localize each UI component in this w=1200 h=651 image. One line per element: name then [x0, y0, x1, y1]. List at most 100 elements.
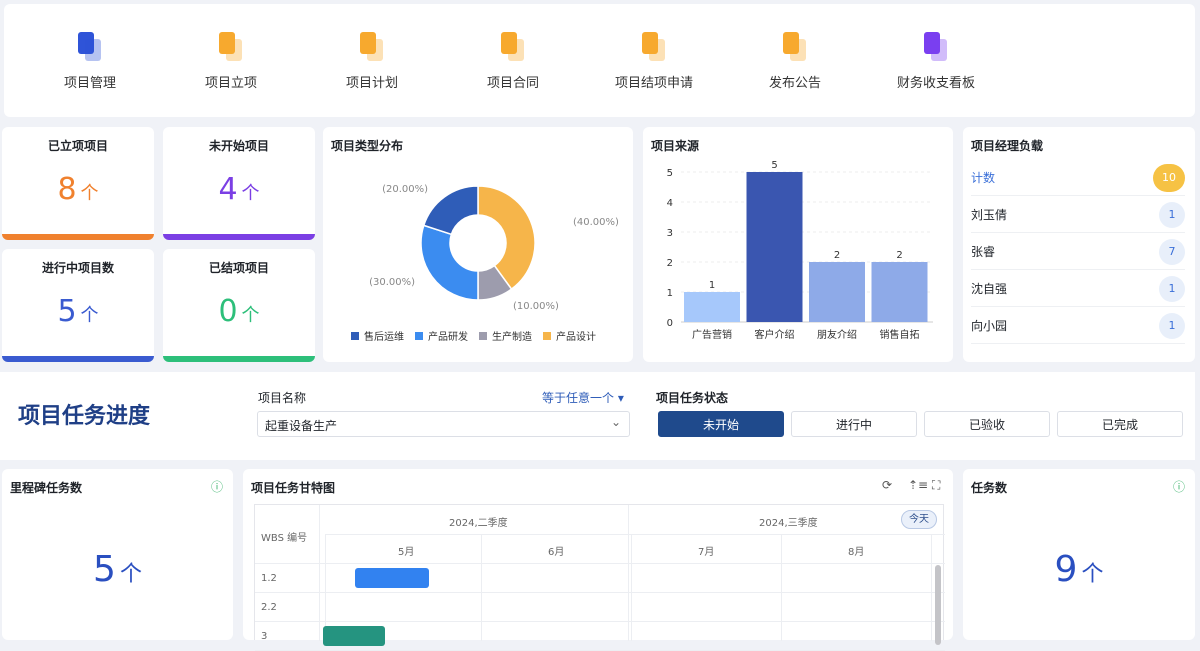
nav-item-4[interactable]: 项目结项申请	[599, 32, 709, 91]
legend-label[interactable]: 生产制造	[492, 330, 532, 343]
stat-unit: 个	[80, 305, 99, 326]
info-icon[interactable]: ⓘ	[211, 478, 223, 495]
operator-dropdown[interactable]: 等于任意一个 ▾	[542, 389, 624, 406]
month-header: 5月	[398, 547, 415, 558]
stat-card[interactable]: 未开始项目 4 个	[163, 127, 315, 240]
card-title: 里程碑任务数	[10, 481, 83, 495]
bar-销售自拓[interactable]	[871, 262, 928, 322]
nav-item-label: 发布公告	[768, 76, 821, 91]
quarter-header: 2024,二季度	[449, 518, 508, 529]
legend-label[interactable]: 售后运维	[364, 330, 404, 343]
bar-value-label: 2	[834, 250, 840, 261]
bar-朋友介绍[interactable]	[809, 262, 865, 322]
status-button-0[interactable]: 未开始	[658, 411, 784, 437]
info-icon[interactable]: ⓘ	[1173, 478, 1185, 495]
quick-nav-bar: 项目管理 项目立项 项目计划 项目合同 项目结项申请 发布公告 财务收支看板	[4, 4, 1195, 117]
manager-count: 1	[1159, 201, 1185, 228]
project-name-select[interactable]: 起重设备生产 ⌄	[257, 411, 630, 437]
milestone-card: 里程碑任务数 ⓘ 5个	[2, 469, 233, 640]
manager-count: 1	[1159, 275, 1185, 302]
today-button[interactable]: 今天	[901, 510, 937, 529]
chevron-down-icon: ⌄	[610, 415, 621, 429]
total-label: 计数	[971, 171, 996, 185]
filter-label: 项目名称	[258, 391, 307, 405]
sort-icon[interactable]: ⇡≡	[908, 478, 928, 492]
stat-card[interactable]: 进行中项目数 5 个	[2, 249, 154, 362]
bar-value-label: 5	[771, 160, 777, 171]
pie-chart: (40.00%) (10.00%) (30.00%) (20.00%) 售后运维 产品研发…	[351, 184, 619, 343]
count-unit: 个	[1081, 562, 1104, 587]
stat-unit: 个	[80, 183, 99, 204]
gantt-task-bar[interactable]	[323, 626, 385, 646]
gantt-task-bar[interactable]	[355, 568, 429, 588]
bar-value-label: 2	[896, 250, 902, 261]
manager-name: 刘玉倩	[971, 208, 1008, 222]
stat-unit: 个	[241, 305, 260, 326]
stat-value: 8个	[2, 172, 154, 207]
manager-name: 张睿	[971, 245, 996, 259]
card-title: 项目经理负载	[971, 139, 1044, 153]
nav-item-2[interactable]: 项目计划	[317, 32, 427, 91]
stat-card[interactable]: 已结项项目 0 个	[163, 249, 315, 362]
nav-item-0[interactable]: 项目管理	[35, 32, 145, 91]
status-button-3[interactable]: 已完成	[1057, 411, 1183, 437]
y-tick-label: 0	[667, 318, 673, 329]
task-count: 9个	[963, 549, 1195, 590]
scrollbar[interactable]	[935, 565, 941, 645]
pie-slice-产品研发[interactable]	[420, 224, 479, 301]
legend-label[interactable]: 产品研发	[428, 330, 468, 343]
nav-item-label: 项目合同	[486, 76, 539, 91]
bar-客户介绍[interactable]	[746, 172, 803, 322]
refresh-icon[interactable]: ⟳	[882, 478, 892, 492]
manager-total-row: 计数 10	[971, 160, 1185, 196]
pie-value-label: (10.00%)	[513, 301, 559, 312]
stat-number: 4	[218, 172, 238, 207]
status-button-2[interactable]: 已验收	[924, 411, 1050, 437]
project-initiation-icon	[217, 32, 245, 62]
bar-广告营销[interactable]	[684, 292, 740, 322]
stat-accent-bar	[163, 356, 315, 362]
wbs-number: 1.2	[261, 573, 277, 584]
pie-value-label: (20.00%)	[382, 184, 428, 195]
legend-swatch	[543, 332, 551, 340]
wbs-number: 2.2	[261, 602, 277, 613]
month-header: 7月	[698, 547, 715, 558]
task-count-card: 任务数 ⓘ 9个	[963, 469, 1195, 640]
gantt-chart: WBS 编号 2024,二季度 2024,三季度 5月 6月 7月 8月 今天 1.2 2.2 3	[254, 504, 945, 651]
caret-down-icon: ▾	[617, 391, 624, 405]
nav-item-6[interactable]: 财务收支看板	[881, 32, 991, 91]
stat-unit: 个	[241, 183, 260, 204]
section-title: 项目任务进度	[18, 404, 151, 429]
fullscreen-icon[interactable]: ⛶	[932, 478, 940, 493]
y-tick-label: 1	[667, 288, 673, 299]
pie-slice-售后运维[interactable]	[422, 185, 479, 236]
project-contract-icon	[499, 32, 527, 62]
bar-chart: 0 1 2 3 4 5 1 广告营销 5 客户介绍 2 朋友介绍 2 销售自拓	[667, 160, 933, 341]
stat-card[interactable]: 已立项项目 8 个	[2, 127, 154, 240]
status-button-1[interactable]: 进行中	[791, 411, 917, 437]
manager-name: 向小园	[971, 319, 1008, 333]
manager-row: 沈自强 1	[971, 271, 1185, 307]
nav-item-label: 项目立项	[204, 76, 257, 91]
stat-value: 4个	[163, 172, 315, 207]
wbs-number: 3	[261, 631, 268, 642]
manager-row: 张睿 7	[971, 234, 1185, 270]
legend-swatch	[479, 332, 487, 340]
project-management-icon	[76, 32, 104, 62]
stat-value: 0个	[163, 294, 315, 329]
month-header: 6月	[548, 547, 565, 558]
nav-item-3[interactable]: 项目合同	[458, 32, 568, 91]
stat-accent-bar	[163, 234, 315, 240]
pie-value-label: (40.00%)	[573, 217, 619, 228]
nav-item-5[interactable]: 发布公告	[740, 32, 850, 91]
nav-item-label: 项目管理	[63, 76, 116, 91]
stat-value: 5个	[2, 294, 154, 329]
nav-item-1[interactable]: 项目立项	[176, 32, 286, 91]
project-plan-icon	[358, 32, 386, 62]
legend-label[interactable]: 产品设计	[556, 330, 596, 343]
stat-number: 0	[218, 294, 238, 329]
month-header: 8月	[848, 547, 865, 558]
nav-item-label: 项目计划	[345, 76, 398, 91]
manager-count: 1	[1159, 312, 1185, 339]
bar-value-label: 1	[709, 280, 715, 291]
